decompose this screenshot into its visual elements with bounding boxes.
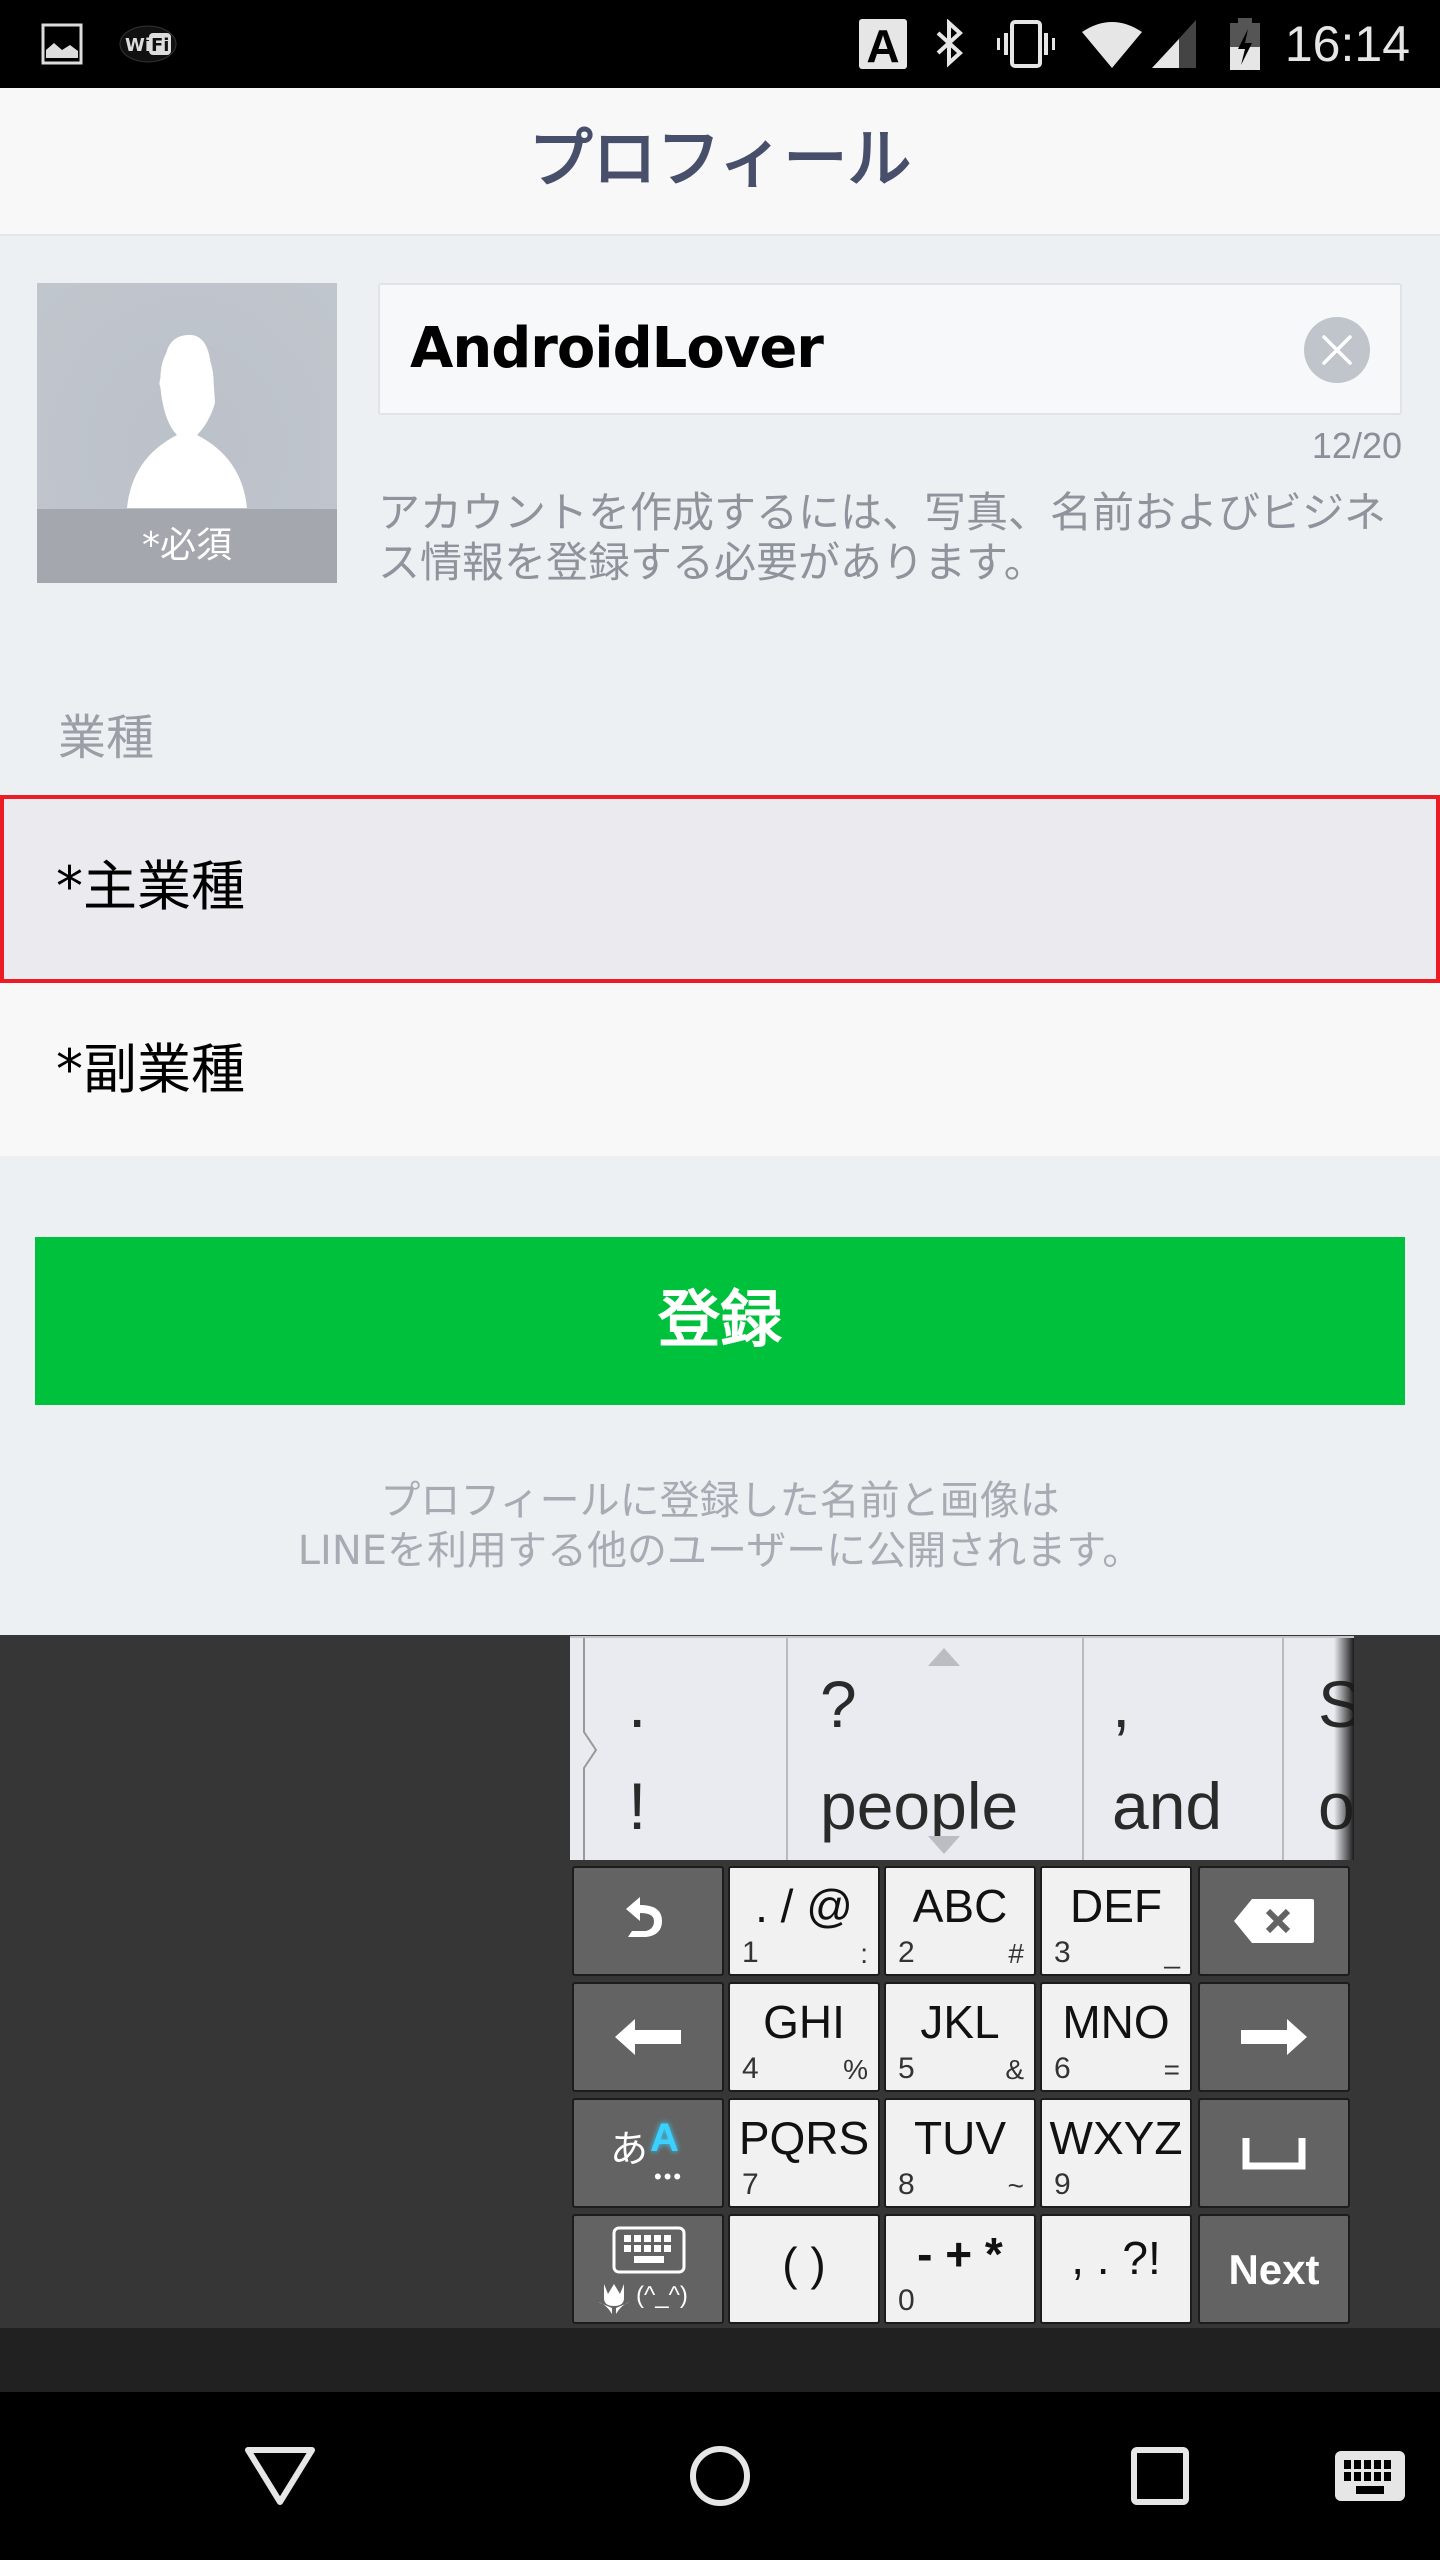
key-cursor-left[interactable] <box>572 1982 724 2092</box>
wifi-hotspot-icon: Wi Fi <box>118 18 178 70</box>
key-space[interactable] <box>1198 2098 1350 2208</box>
vibrate-icon <box>994 18 1058 70</box>
key-parentheses[interactable]: ( ) <box>728 2214 880 2324</box>
avatar-required-label: *必須 <box>37 509 337 583</box>
key-3[interactable]: DEF 3 _ <box>1040 1866 1192 1976</box>
key-undo[interactable] <box>572 1866 724 1976</box>
suggestion-edge-shadow <box>1334 1638 1354 1860</box>
close-icon <box>1322 335 1352 365</box>
bluetooth-icon <box>930 18 970 70</box>
key-keyboard-emoji[interactable]: (^_^) <box>572 2214 724 2324</box>
suggestion-item[interactable]: ? people <box>786 1638 1086 1860</box>
input-mode-kana: あ <box>610 2129 649 2171</box>
key-backspace[interactable] <box>1198 1866 1350 1976</box>
help-text: アカウントを作成するには、写真、名前およびビジネス情報を登録する必要があります。 <box>378 488 1387 587</box>
input-method-a-icon: A <box>858 18 908 71</box>
footer-note: プロフィールに登録した名前と画像は LINEを利用する他のユーザーに公開されます… <box>0 1476 1440 1576</box>
key-7[interactable]: PQRS 7 <box>728 2098 880 2208</box>
image-icon <box>40 18 84 70</box>
name-input-value[interactable]: AndroidLover <box>410 285 824 413</box>
industry-section-label: 業種 <box>58 710 155 766</box>
scroll-up-icon[interactable] <box>928 1648 960 1666</box>
sub-industry-row[interactable]: *副業種 <box>0 983 1440 1156</box>
nav-recents-button[interactable] <box>1080 2392 1240 2560</box>
avatar-upload[interactable]: *必須 <box>37 283 337 583</box>
key-next[interactable]: Next <box>1198 2214 1350 2324</box>
name-input[interactable]: AndroidLover <box>378 283 1402 415</box>
key-0[interactable]: - + * 0 <box>884 2214 1036 2324</box>
svg-text:A: A <box>866 20 899 71</box>
main-industry-row[interactable]: *主業種 <box>0 795 1440 983</box>
battery-charging-icon <box>1228 18 1262 70</box>
nav-home-button[interactable] <box>640 2392 800 2560</box>
keyboard-bottom-band <box>0 2328 1440 2392</box>
keyboard-icon <box>612 2226 686 2274</box>
space-icon <box>1200 2100 1348 2206</box>
clear-name-button[interactable] <box>1304 317 1370 383</box>
flower-icon <box>598 2284 630 2314</box>
arrow-left-icon <box>574 1984 722 2090</box>
key-9[interactable]: WXYZ 9 <box>1040 2098 1192 2208</box>
key-2[interactable]: ABC 2 # <box>884 1866 1036 1976</box>
suggestion-item[interactable]: . ! <box>596 1638 796 1860</box>
header: プロフィール <box>0 88 1440 236</box>
recents-icon <box>1131 2447 1189 2505</box>
emoticon-label: (^_^) <box>636 2282 688 2309</box>
main-industry-label: *主業種 <box>56 855 245 918</box>
key-8[interactable]: TUV 8 ~ <box>884 2098 1036 2208</box>
sub-industry-label: *副業種 <box>56 1038 245 1101</box>
key-punctuation[interactable]: , . ?! <box>1040 2214 1192 2324</box>
key-1[interactable]: . / @ 1 : <box>728 1866 880 1976</box>
wifi-signal-icon <box>1080 18 1144 70</box>
keyboard-switch-icon <box>1335 2451 1405 2501</box>
page-title: プロフィール <box>528 123 912 197</box>
footer-note-line1: プロフィールに登録した名前と画像は <box>380 1478 1060 1524</box>
clock: 16:14 <box>1284 16 1410 72</box>
key-input-mode[interactable]: あ A ••• <box>572 2098 724 2208</box>
key-cursor-right[interactable] <box>1198 1982 1350 2092</box>
input-mode-latin: A <box>650 2116 679 2160</box>
status-bar: Wi Fi A 16:14 <box>0 0 1440 88</box>
suggestion-item[interactable]: , and <box>1082 1638 1282 1860</box>
character-count: 12/20 <box>1311 425 1402 466</box>
key-5[interactable]: JKL 5 & <box>884 1982 1036 2092</box>
home-icon <box>690 2446 750 2506</box>
arrow-right-icon <box>1200 1984 1348 2090</box>
cell-signal-icon <box>1150 18 1198 70</box>
back-icon <box>245 2447 315 2505</box>
backspace-icon <box>1200 1868 1348 1974</box>
footer-note-line2: LINEを利用する他のユーザーに公開されます。 <box>297 1528 1143 1574</box>
register-button[interactable]: 登録 <box>35 1237 1405 1405</box>
scroll-down-icon[interactable] <box>928 1836 960 1854</box>
nav-keyboard-switch-button[interactable] <box>1290 2392 1440 2560</box>
more-dots-icon: ••• <box>654 2164 684 2189</box>
nav-back-button[interactable] <box>200 2392 360 2560</box>
svg-text:Wi: Wi <box>125 35 151 56</box>
svg-text:Fi: Fi <box>151 35 169 56</box>
key-4[interactable]: GHI 4 % <box>728 1982 880 2092</box>
suggestion-bar[interactable]: . ! ? people , and S o <box>570 1636 1354 1860</box>
undo-icon <box>574 1868 722 1974</box>
navigation-bar <box>0 2392 1440 2560</box>
key-6[interactable]: MNO 6 = <box>1040 1982 1192 2092</box>
